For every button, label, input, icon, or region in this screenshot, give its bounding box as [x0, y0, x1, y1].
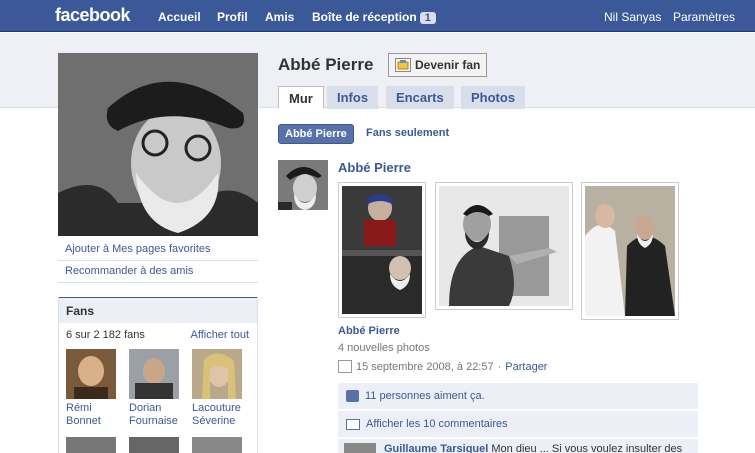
- thumbs-up-icon: [346, 390, 359, 402]
- filter-page-button[interactable]: Abbé Pierre: [278, 124, 354, 144]
- album-photo[interactable]: [435, 182, 573, 310]
- fan-avatar[interactable]: [66, 349, 116, 399]
- fan-avatar[interactable]: [129, 437, 179, 453]
- likes-text[interactable]: 11 personnes aiment ça.: [365, 390, 485, 402]
- recommend-link[interactable]: Recommander à des amis: [58, 260, 258, 283]
- tab-info[interactable]: Infos: [327, 86, 379, 109]
- comments-link[interactable]: Afficher les 10 commentaires: [366, 418, 508, 430]
- nav-user[interactable]: Nil Sanyas: [604, 10, 661, 24]
- fans-title: Fans: [59, 297, 257, 323]
- fan-avatar[interactable]: [66, 437, 116, 453]
- story-meta: 15 septembre 2008, à 22:57 · Partager: [338, 360, 547, 373]
- nav-inbox-label: Boîte de réception: [312, 10, 417, 24]
- nav-home[interactable]: Accueil: [158, 10, 201, 24]
- comment-author-link[interactable]: Guillaume Tarsiquel: [384, 443, 488, 453]
- fans-summary: 6 sur 2 182 fans Afficher tout: [59, 323, 257, 345]
- fan-avatar[interactable]: [129, 349, 179, 399]
- fans-show-all-link[interactable]: Afficher tout: [191, 329, 250, 341]
- nav-settings[interactable]: Paramètres: [673, 10, 735, 24]
- fans-box: Fans 6 sur 2 182 fans Afficher tout Rémi…: [58, 297, 258, 453]
- comment-text: Mon dieu ... Si vous voulez insulter des: [491, 443, 683, 453]
- nav-friends[interactable]: Amis: [265, 10, 294, 24]
- tab-boxes[interactable]: Encarts: [386, 86, 454, 109]
- fan-item[interactable]: Dorian Fournaise: [129, 349, 184, 428]
- become-fan-button[interactable]: Devenir fan: [388, 53, 488, 77]
- inbox-count-badge: 1: [419, 12, 436, 24]
- photo-album-icon: [338, 360, 352, 373]
- fan-avatar[interactable]: [192, 349, 242, 399]
- fan-avatar[interactable]: [192, 437, 242, 453]
- fan-icon: [395, 58, 411, 72]
- fan-name[interactable]: Rémi Bonnet: [66, 402, 121, 428]
- facebook-logo[interactable]: facebook: [55, 5, 131, 26]
- story-actor-link[interactable]: Abbé Pierre: [338, 160, 411, 175]
- comments-toggle[interactable]: Afficher les 10 commentaires: [338, 411, 698, 437]
- share-link[interactable]: Partager: [505, 361, 547, 373]
- album-title-link[interactable]: Abbé Pierre: [338, 325, 400, 337]
- comment-avatar[interactable]: [344, 443, 376, 453]
- comment-icon: [346, 418, 360, 430]
- fan-item[interactable]: Rémi Bonnet: [66, 349, 121, 428]
- nav-inbox[interactable]: Boîte de réception 1: [312, 10, 436, 24]
- add-to-favorites-link[interactable]: Ajouter à Mes pages favorites: [58, 238, 258, 261]
- album-photo[interactable]: [338, 182, 426, 318]
- fan-name[interactable]: Lacouture Séverine: [192, 402, 247, 428]
- top-bar: facebook Accueil Profil Amis Boîte de ré…: [0, 0, 755, 32]
- tab-photos[interactable]: Photos: [461, 86, 526, 109]
- become-fan-label: Devenir fan: [415, 58, 481, 72]
- story-avatar[interactable]: [278, 160, 328, 210]
- album-photo[interactable]: [581, 182, 679, 320]
- tab-wall[interactable]: Mur: [278, 86, 324, 109]
- story-date: 15 septembre 2008, à 22:57: [356, 360, 494, 373]
- filter-fans-only-link[interactable]: Fans seulement: [366, 127, 449, 139]
- likes-row[interactable]: 11 personnes aiment ça.: [338, 383, 698, 409]
- profile-photo[interactable]: [58, 53, 258, 236]
- album-subtitle: 4 nouvelles photos: [338, 342, 430, 354]
- fan-name[interactable]: Dorian Fournaise: [129, 402, 184, 428]
- meta-separator: ·: [497, 360, 502, 373]
- nav-profile[interactable]: Profil: [217, 10, 248, 24]
- page-title: Abbé Pierre: [278, 55, 374, 74]
- comment-item: Guillaume Tarsiquel Mon dieu ... Si vous…: [338, 439, 698, 453]
- fan-item[interactable]: Lacouture Séverine: [192, 349, 247, 428]
- fans-count: 6 sur 2 182 fans: [66, 329, 145, 341]
